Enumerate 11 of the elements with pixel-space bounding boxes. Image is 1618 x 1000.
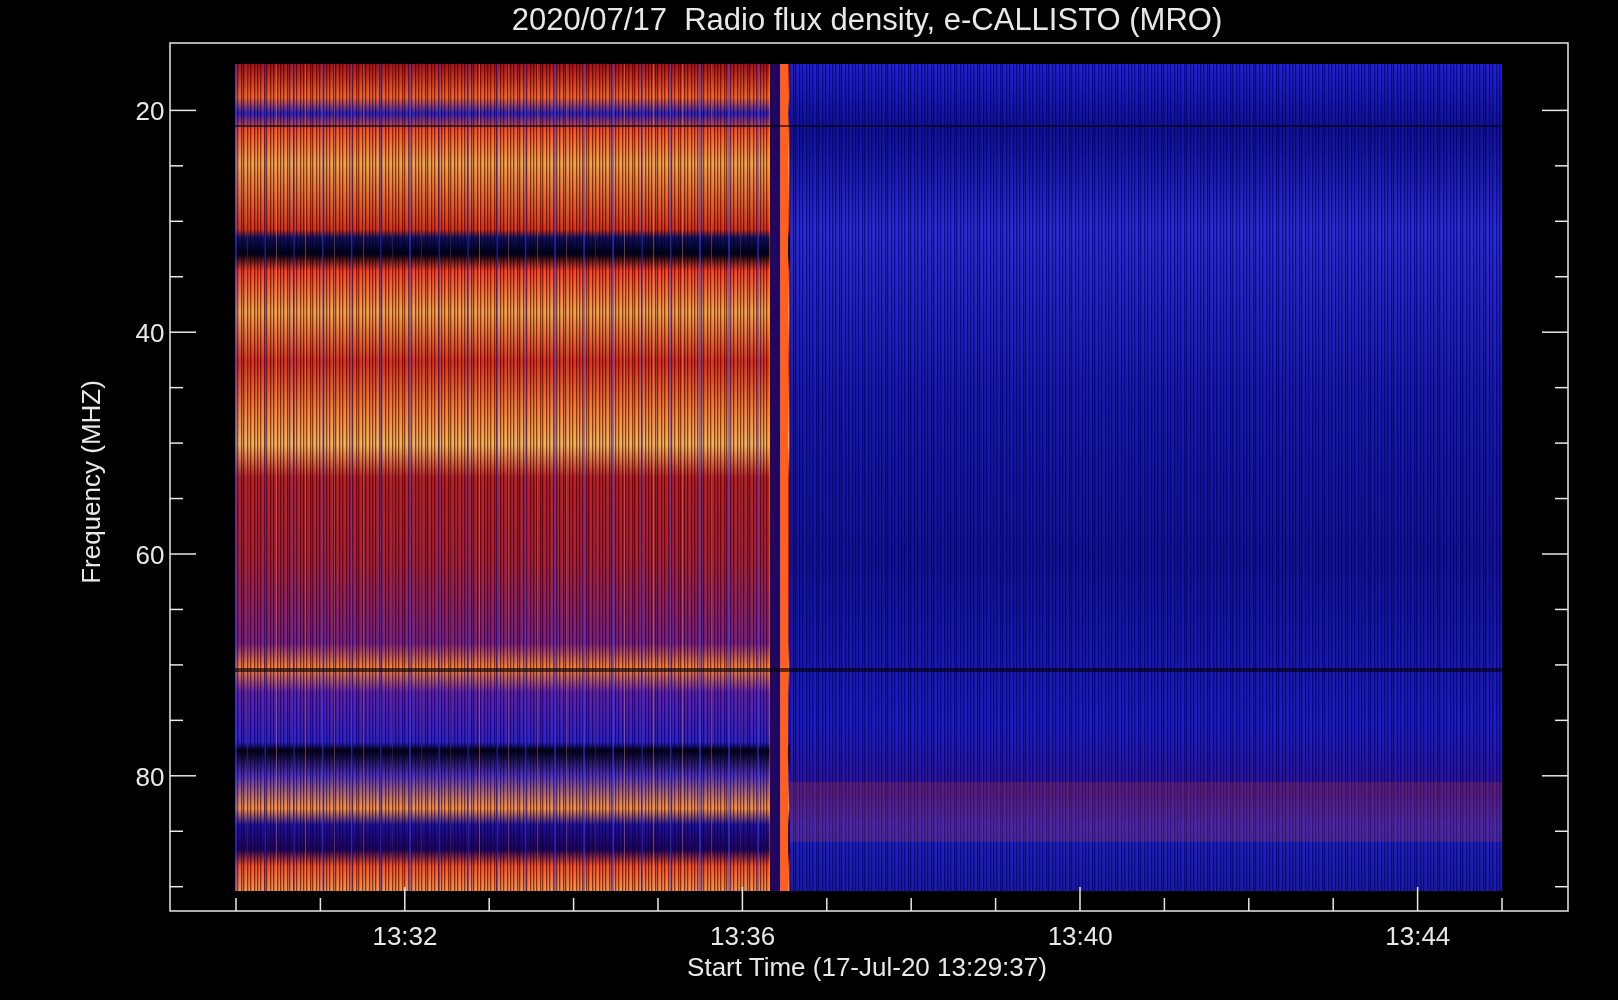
x-axis-label: Start Time (17-Jul-20 13:29:37) [687, 952, 1047, 982]
x-tick-label: 13:36 [710, 921, 776, 951]
y-tick-label: 80 [135, 762, 165, 793]
y-axis-label: Frequency (MHZ) [76, 380, 106, 584]
chart-title: 2020/07/17 Radio flux density, e-CALLISTO (MRO) [511, 2, 1223, 37]
x-tick-label: 13:32 [372, 921, 438, 951]
y-tick-label: 40 [135, 318, 165, 349]
x-tick-label: 13:40 [1047, 921, 1113, 951]
y-tick-label: 60 [135, 540, 165, 571]
y-tick-label: 20 [135, 96, 165, 127]
x-tick-label: 13:44 [1385, 921, 1451, 951]
